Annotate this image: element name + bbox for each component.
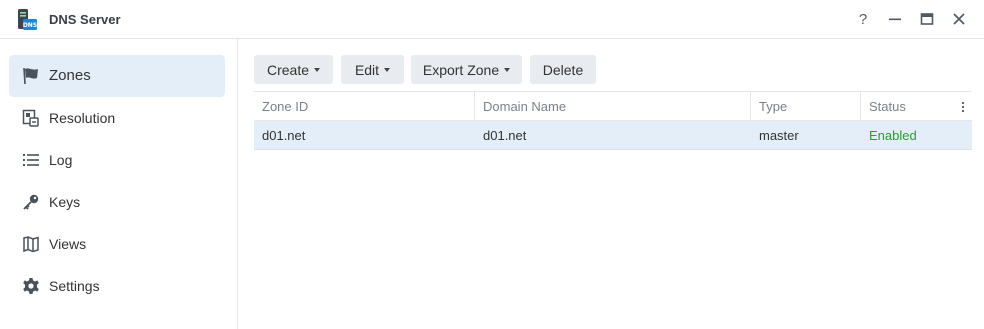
more-vertical-icon	[961, 101, 965, 112]
sidebar-item-settings[interactable]: Settings	[9, 265, 225, 307]
flag-icon	[23, 67, 38, 85]
cell-status: Enabled	[869, 128, 917, 143]
close-icon	[953, 13, 965, 25]
zones-table: Zone ID Domain Name Type Status d01.net …	[254, 91, 972, 150]
table-header: Zone ID Domain Name Type Status	[254, 91, 972, 121]
edit-button[interactable]: Edit	[341, 55, 404, 84]
title-bar: DNS DNS Server ?	[0, 0, 984, 39]
sidebar-item-label: Keys	[49, 194, 81, 210]
delete-button[interactable]: Delete	[530, 55, 596, 84]
edit-button-label: Edit	[354, 61, 380, 78]
maximize-button[interactable]	[916, 8, 938, 30]
sidebar-item-zones[interactable]: Zones	[9, 55, 225, 97]
maximize-icon	[920, 13, 934, 25]
sidebar-item-label: Settings	[49, 278, 100, 294]
export-zone-button[interactable]: Export Zone	[411, 55, 522, 84]
create-button[interactable]: Create	[254, 55, 333, 84]
column-menu-button[interactable]	[954, 92, 972, 121]
export-zone-button-label: Export Zone	[422, 61, 500, 78]
dns-server-app-icon: DNS	[15, 8, 39, 32]
app-icon-text: DNS	[23, 22, 37, 29]
cell-domain-name: d01.net	[483, 128, 527, 143]
sidebar-item-log[interactable]: Log	[9, 139, 225, 181]
column-header-domain-name[interactable]: Domain Name	[475, 92, 751, 121]
table-row[interactable]: d01.net d01.net master Enabled	[254, 121, 972, 150]
sidebar-item-views[interactable]: Views	[9, 223, 225, 265]
column-header-type[interactable]: Type	[751, 92, 861, 121]
sidebar: Zones Resolution Log Keys Views Settings	[0, 39, 238, 329]
gear-icon	[23, 278, 39, 294]
sidebar-item-label: Views	[49, 236, 87, 252]
sidebar-item-label: Resolution	[49, 110, 116, 126]
list-icon	[23, 154, 39, 166]
help-button[interactable]: ?	[852, 8, 874, 30]
sidebar-item-resolution[interactable]: Resolution	[9, 97, 225, 139]
cell-zone-id: d01.net	[262, 128, 306, 143]
window-title: DNS Server	[49, 12, 121, 27]
caret-down-icon	[504, 68, 511, 72]
minimize-icon	[889, 18, 901, 21]
caret-down-icon	[384, 68, 391, 72]
map-icon	[23, 236, 39, 253]
minimize-button[interactable]	[884, 8, 906, 30]
key-icon	[23, 194, 39, 210]
sidebar-item-label: Log	[49, 152, 73, 168]
resolution-icon	[22, 109, 39, 127]
create-button-label: Create	[266, 61, 310, 78]
delete-button-label: Delete	[542, 61, 584, 78]
sidebar-item-keys[interactable]: Keys	[9, 181, 225, 223]
column-header-zone-id[interactable]: Zone ID	[254, 92, 475, 121]
caret-down-icon	[314, 68, 321, 72]
cell-type: master	[759, 128, 799, 143]
column-header-status[interactable]: Status	[861, 92, 954, 121]
sidebar-item-label: Zones	[49, 67, 91, 84]
help-icon: ?	[858, 10, 868, 28]
close-button[interactable]	[948, 8, 970, 30]
